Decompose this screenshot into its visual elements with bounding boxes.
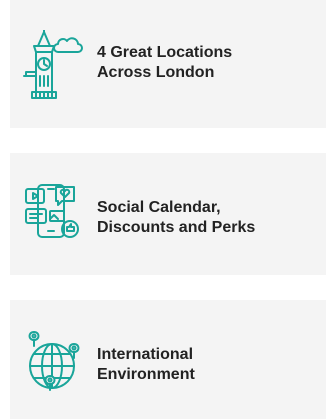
feature-label: 4 Great Locations Across London	[97, 43, 317, 83]
feature-card-locations: 4 Great Locations Across London	[10, 0, 326, 128]
feature-card-international: International Environment	[10, 300, 326, 419]
feature-label-line-2: Across London	[97, 64, 215, 81]
feature-label-line-2: Environment	[97, 366, 195, 383]
big-ben-clock-icon	[22, 30, 86, 102]
feature-label-line-2: Discounts and Perks	[97, 219, 256, 236]
feature-card-social: Social Calendar, Discounts and Perks	[10, 153, 326, 275]
feature-label: International Environment	[97, 345, 317, 385]
feature-label: Social Calendar, Discounts and Perks	[97, 198, 317, 238]
feature-label-line-1: International	[97, 346, 194, 363]
social-phone-icon	[22, 179, 86, 251]
feature-label-line-1: 4 Great Locations	[97, 44, 233, 61]
globe-pins-icon	[22, 322, 86, 394]
feature-label-line-1: Social Calendar,	[97, 199, 221, 216]
